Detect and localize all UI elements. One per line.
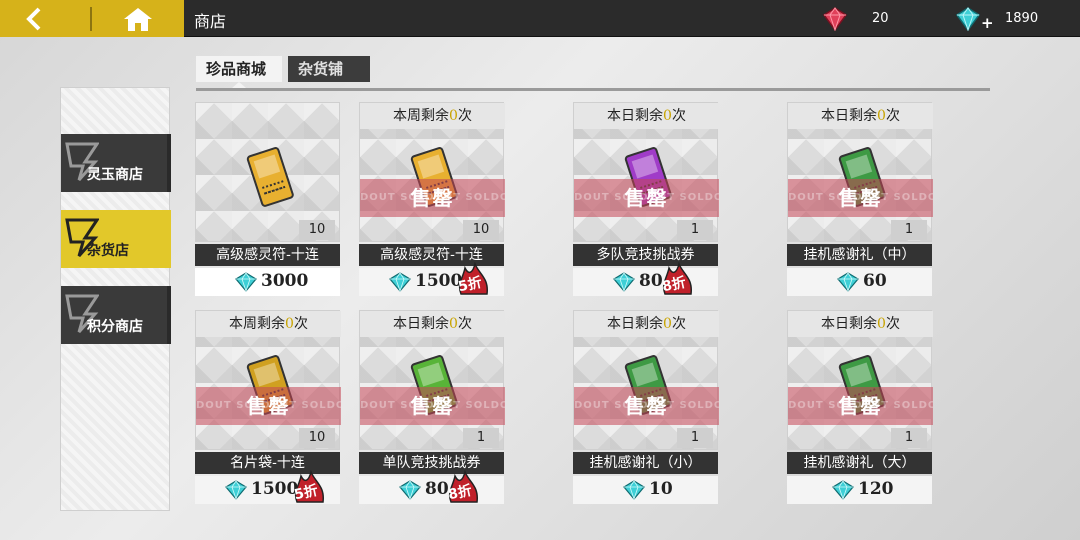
shop-item-card[interactable]: 本日剩余0次 DOUT SOLDOUT SOLDOUT SOLDOUT 售罄 1… bbox=[359, 310, 505, 506]
item-price: 60 bbox=[863, 271, 887, 291]
nav-block bbox=[0, 0, 184, 37]
sold-out-banner: DOUT SOLDOUT SOLDOUT SOLDOUT 售罄 bbox=[574, 387, 719, 425]
item-quantity: 1 bbox=[891, 428, 927, 448]
sold-out-banner: DOUT SOLDOUT SOLDOUT SOLDOUT 售罄 bbox=[788, 387, 933, 425]
discount-badge: 8折 bbox=[445, 469, 481, 504]
diamond-icon bbox=[235, 272, 257, 292]
item-quantity: 1 bbox=[891, 220, 927, 240]
shop-item-card[interactable]: 本周剩余0次 DOUT SOLDOUT SOLDOUT SOLDOUT 售罄 1… bbox=[195, 310, 341, 506]
price-row: 80 8折 bbox=[359, 469, 504, 504]
item-name: 挂机感谢礼（大） bbox=[787, 452, 932, 474]
sidebar-item-grocery[interactable]: 杂货店 bbox=[61, 210, 171, 268]
sidebar: 灵玉商店 杂货店 积分商店 bbox=[60, 87, 171, 511]
item-price: 10 bbox=[649, 479, 673, 499]
tab-underline bbox=[196, 88, 990, 91]
shop-item-card[interactable]: 本日剩余0次 DOUT SOLDOUT SOLDOUT SOLDOUT 售罄 1… bbox=[787, 102, 933, 298]
item-quantity: 10 bbox=[463, 220, 499, 240]
item-quantity: 1 bbox=[677, 428, 713, 448]
purchase-limit: 本日剩余0次 bbox=[360, 311, 505, 337]
diamond-icon bbox=[832, 480, 854, 500]
price-row: 1500 5折 bbox=[359, 261, 504, 296]
price-row: 80 8折 bbox=[573, 261, 718, 296]
sold-out-banner: DOUT SOLDOUT SOLDOUT SOLDOUT 售罄 bbox=[360, 387, 505, 425]
purchase-limit: 本日剩余0次 bbox=[788, 103, 933, 129]
purchase-limit: 本日剩余0次 bbox=[788, 311, 933, 337]
page-title: 商店 bbox=[194, 12, 227, 31]
cyan-gem-amount: 1890 bbox=[1005, 11, 1039, 26]
item-quantity: 10 bbox=[299, 428, 335, 448]
item-name: 挂机感谢礼（小） bbox=[573, 452, 718, 474]
red-gem-amount: 20 bbox=[872, 11, 889, 26]
sold-out-banner: DOUT SOLDOUT SOLDOUT SOLDOUT 售罄 bbox=[196, 387, 341, 425]
item-frame: 本日剩余0次 DOUT SOLDOUT SOLDOUT SOLDOUT 售罄 1 bbox=[359, 310, 505, 450]
diamond-icon bbox=[389, 272, 411, 292]
item-name: 单队竞技挑战券 bbox=[359, 452, 504, 474]
diamond-icon bbox=[613, 272, 635, 292]
sidebar-item-jade-shop[interactable]: 灵玉商店 bbox=[61, 134, 171, 192]
item-frame: 本日剩余0次 DOUT SOLDOUT SOLDOUT SOLDOUT 售罄 1 bbox=[573, 310, 719, 450]
home-button[interactable] bbox=[118, 4, 158, 34]
item-frame: 本日剩余0次 DOUT SOLDOUT SOLDOUT SOLDOUT 售罄 1 bbox=[787, 102, 933, 242]
price-row: 3000 bbox=[195, 268, 340, 296]
home-icon bbox=[124, 8, 152, 31]
item-price: 120 bbox=[858, 479, 894, 499]
price-row: 120 bbox=[787, 476, 932, 504]
red-gem-currency[interactable]: 20 bbox=[822, 6, 902, 32]
shop-item-card[interactable]: 本周剩余0次 DOUT SOLDOUT SOLDOUT SOLDOUT 售罄 1… bbox=[359, 102, 505, 298]
purchase-limit: 本周剩余0次 bbox=[360, 103, 505, 129]
item-name: 高级感灵符-十连 bbox=[195, 244, 340, 266]
cyan-gem-icon bbox=[955, 7, 981, 31]
item-frame: 本周剩余0次 DOUT SOLDOUT SOLDOUT SOLDOUT 售罄 1… bbox=[195, 310, 341, 450]
item-frame: 本日剩余0次 DOUT SOLDOUT SOLDOUT SOLDOUT 售罄 1 bbox=[573, 102, 719, 242]
sidebar-item-points-shop[interactable]: 积分商店 bbox=[61, 286, 171, 344]
shop-item-card[interactable]: 10 高级感灵符-十连 3000 bbox=[195, 102, 340, 298]
diamond-icon bbox=[837, 272, 859, 292]
tab-grocery[interactable]: 杂货铺 bbox=[288, 56, 370, 82]
tab-treasure-mall[interactable]: 珍品商城 bbox=[196, 56, 282, 82]
purchase-limit: 本日剩余0次 bbox=[574, 311, 719, 337]
price-row: 10 bbox=[573, 476, 718, 504]
sidebar-item-label: 杂货店 bbox=[87, 243, 129, 259]
nav-divider bbox=[90, 7, 92, 31]
item-quantity: 1 bbox=[463, 428, 499, 448]
cyan-gem-currency[interactable]: + 1890 bbox=[955, 6, 1065, 32]
discount-badge: 5折 bbox=[291, 469, 327, 504]
price-row: 1500 5折 bbox=[195, 469, 340, 504]
plus-icon[interactable]: + bbox=[981, 14, 994, 32]
item-frame: 10 bbox=[195, 102, 340, 242]
back-arrow-icon bbox=[26, 7, 41, 31]
diamond-icon bbox=[225, 480, 247, 500]
price-row: 60 bbox=[787, 268, 932, 296]
sold-out-banner: DOUT SOLDOUT SOLDOUT SOLDOUT 售罄 bbox=[574, 179, 719, 217]
discount-badge: 5折 bbox=[455, 261, 491, 296]
sold-out-banner: DOUT SOLDOUT SOLDOUT SOLDOUT 售罄 bbox=[788, 179, 933, 217]
shop-item-card[interactable]: 本日剩余0次 DOUT SOLDOUT SOLDOUT SOLDOUT 售罄 1… bbox=[787, 310, 933, 506]
item-name: 挂机感谢礼（中） bbox=[787, 244, 932, 266]
discount-badge: 8折 bbox=[659, 261, 695, 296]
diamond-icon bbox=[399, 480, 421, 500]
purchase-limit: 本日剩余0次 bbox=[574, 103, 719, 129]
item-quantity: 1 bbox=[677, 220, 713, 240]
back-button[interactable] bbox=[22, 6, 62, 32]
diamond-icon bbox=[623, 480, 645, 500]
top-bar: 商店 20 + 1890 bbox=[0, 0, 1080, 37]
item-name: 多队竞技挑战券 bbox=[573, 244, 718, 266]
purchase-limit: 本周剩余0次 bbox=[196, 311, 341, 337]
item-price: 3000 bbox=[261, 271, 309, 291]
sidebar-item-label: 灵玉商店 bbox=[87, 167, 143, 183]
red-gem-icon bbox=[822, 7, 848, 31]
item-ticket-icon bbox=[246, 147, 294, 207]
item-quantity: 10 bbox=[299, 220, 335, 240]
sold-out-banner: DOUT SOLDOUT SOLDOUT SOLDOUT 售罄 bbox=[360, 179, 505, 217]
sidebar-item-label: 积分商店 bbox=[87, 319, 143, 335]
shop-item-card[interactable]: 本日剩余0次 DOUT SOLDOUT SOLDOUT SOLDOUT 售罄 1… bbox=[573, 102, 719, 298]
item-frame: 本日剩余0次 DOUT SOLDOUT SOLDOUT SOLDOUT 售罄 1 bbox=[787, 310, 933, 450]
item-frame: 本周剩余0次 DOUT SOLDOUT SOLDOUT SOLDOUT 售罄 1… bbox=[359, 102, 505, 242]
shop-item-card[interactable]: 本日剩余0次 DOUT SOLDOUT SOLDOUT SOLDOUT 售罄 1… bbox=[573, 310, 719, 506]
